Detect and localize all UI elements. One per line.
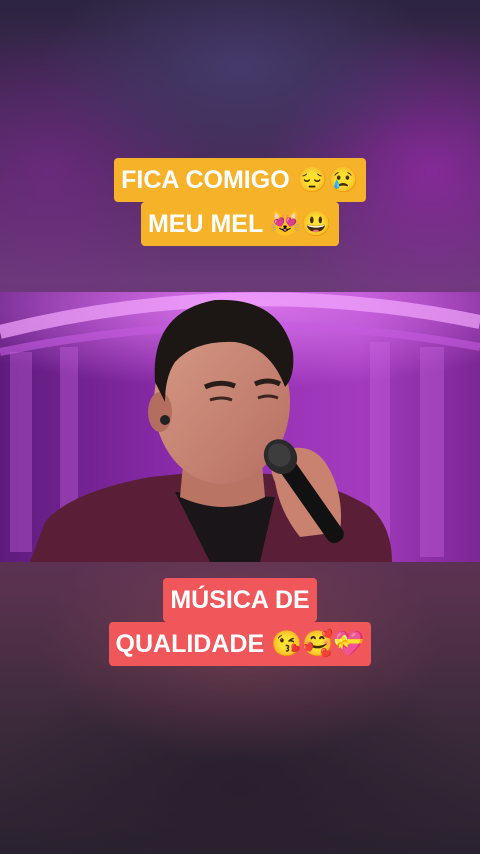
caption-top: FICA COMIGO 😔😢 MEU MEL 😻😃 — [0, 158, 480, 246]
caption-top-line1: FICA COMIGO 😔😢 — [114, 158, 366, 202]
caption-top-line2: MEU MEL 😻😃 — [140, 202, 340, 246]
caption-bottom-line1: MÚSICA DE — [163, 578, 317, 622]
video-frame[interactable] — [0, 292, 480, 562]
caption-bottom: MÚSICA DE QUALIDADE 😘🥰💝 — [0, 578, 480, 666]
caption-bottom-line2: QUALIDADE 😘🥰💝 — [108, 622, 372, 666]
singer-image — [0, 292, 480, 562]
